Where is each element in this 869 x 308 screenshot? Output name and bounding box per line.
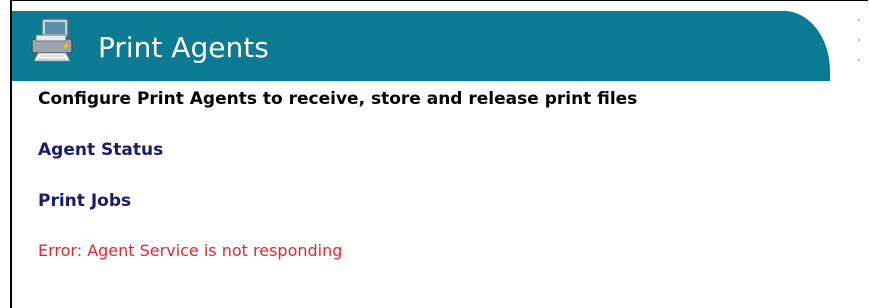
agent-status-link[interactable]: Agent Status — [38, 140, 163, 160]
decorative-dots — [858, 19, 862, 77]
print-jobs-link[interactable]: Print Jobs — [38, 191, 131, 211]
print-agents-panel: Print Agents Configure Print Agents to r… — [10, 0, 868, 308]
page-description: Configure Print Agents to receive, store… — [38, 89, 638, 109]
page-title: Print Agents — [98, 31, 269, 64]
page-header: Print Agents — [12, 11, 830, 81]
error-message: Error: Agent Service is not responding — [38, 241, 343, 260]
printer-computer-icon — [31, 18, 73, 62]
